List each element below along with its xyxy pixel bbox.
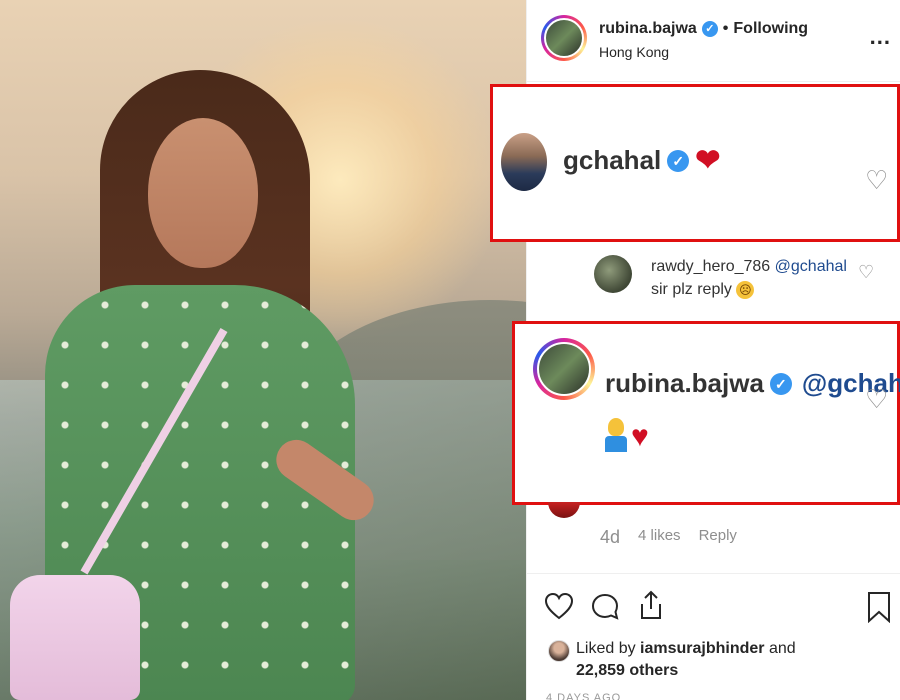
red-heart-emoji: ❤ (695, 143, 721, 177)
post-date: 4 DAYS AGO (546, 692, 622, 700)
verified-badge-icon: ✓ (701, 21, 718, 37)
comment-time[interactable]: 4d (600, 527, 620, 548)
post-actions: Liked by iamsurajbhinder and 22,859 othe… (526, 573, 900, 700)
bookmark-icon[interactable] (866, 591, 892, 623)
red-heart-emoji-icon: ♥ (631, 420, 649, 453)
author-username[interactable]: rubina.bajwa (599, 20, 697, 38)
highlighted-comment-rubina: rubina.bajwa ✓ @gchahal ♥ ♡ (512, 321, 900, 505)
reply-text: sir plz reply (651, 281, 732, 299)
author-row: rubina.bajwa ✓ • Following (599, 20, 808, 38)
following-button[interactable]: Following (733, 20, 808, 38)
comment-likes[interactable]: 4 likes (638, 527, 681, 548)
post-location[interactable]: Hong Kong (599, 44, 669, 60)
commenter-avatar[interactable] (501, 133, 547, 191)
comment-line: rubina.bajwa ✓ @gchahal (605, 368, 900, 399)
reply-username[interactable]: rawdy_hero_786 (651, 258, 770, 275)
likes-connector: and (768, 640, 796, 657)
highlighted-comment-gchahal: gchahal ✓ ❤ ♡ (490, 84, 900, 242)
heart-icon[interactable] (544, 592, 574, 622)
like-comment-heart-icon[interactable]: ♡ (865, 165, 888, 196)
verified-badge-icon: ✓ (769, 372, 792, 395)
comment-username[interactable]: rubina.bajwa (605, 368, 764, 399)
comment-avatar-ring[interactable] (533, 338, 595, 400)
post-header: rubina.bajwa ✓ • Following Hong Kong ... (527, 0, 900, 82)
share-icon[interactable] (636, 589, 666, 621)
photo-bag (10, 575, 140, 700)
post-photo[interactable] (0, 0, 526, 700)
like-reply-heart-icon[interactable]: ♡ (858, 262, 874, 283)
person-emoji-icon (605, 418, 627, 452)
photo-face (148, 118, 258, 268)
comment-line: gchahal ✓ ❤ (563, 145, 720, 176)
likes-summary: Liked by iamsurajbhinder and 22,859 othe… (576, 638, 796, 682)
reply-line: rawdy_hero_786 @gchahal (651, 258, 847, 276)
more-options-icon[interactable]: ... (870, 24, 891, 50)
header-separator: • (722, 20, 729, 37)
person-and-heart-emoji: ♥ (605, 418, 649, 452)
reply-text-line: sir plz reply ☹ (651, 281, 755, 299)
likes-prefix: Liked by (576, 640, 636, 657)
reply-avatar[interactable] (594, 255, 632, 293)
likes-others[interactable]: 22,859 others (576, 662, 678, 679)
comment-avatar[interactable] (537, 342, 591, 396)
author-avatar-ring[interactable] (541, 15, 587, 61)
comment-icon[interactable] (590, 592, 620, 622)
like-comment-heart-icon[interactable]: ♡ (865, 384, 888, 415)
liker-avatar[interactable] (548, 640, 570, 662)
comment-meta: 4d 4 likes Reply (600, 527, 737, 548)
sad-face-emoji-icon: ☹ (736, 281, 755, 299)
reply-mention[interactable]: @gchahal (775, 258, 847, 275)
verified-badge-icon: ✓ (667, 149, 690, 172)
reply-button[interactable]: Reply (699, 527, 737, 548)
comment-username[interactable]: gchahal (563, 145, 661, 176)
author-avatar[interactable] (544, 18, 584, 58)
liker-username[interactable]: iamsurajbhinder (640, 640, 764, 657)
